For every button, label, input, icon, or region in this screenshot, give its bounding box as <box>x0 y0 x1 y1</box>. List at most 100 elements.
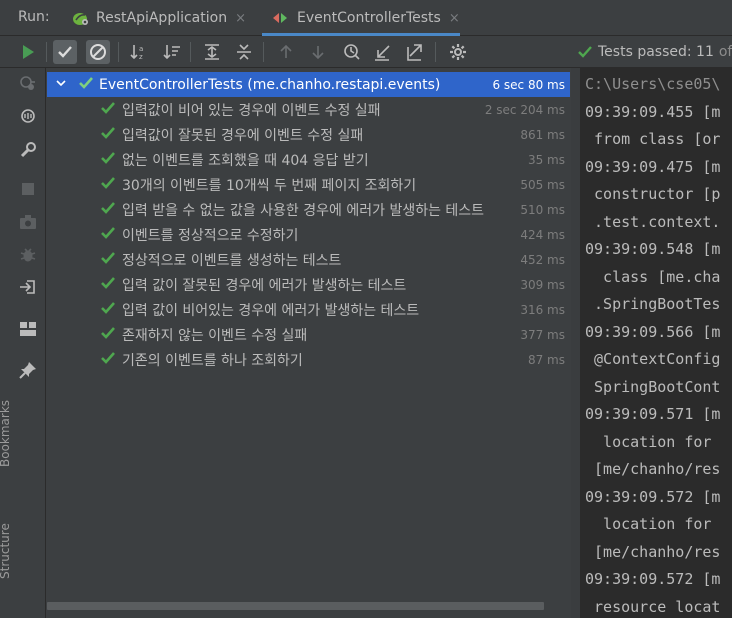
layout-button[interactable] <box>17 318 39 340</box>
tab-event-controller-tests[interactable]: EventControllerTests × <box>272 0 460 36</box>
toolbar-separator <box>46 42 47 62</box>
check-icon <box>58 46 72 58</box>
exit-button[interactable] <box>17 276 39 298</box>
test-case-row[interactable]: 정상적으로 이벤트를 생성하는 테스트 452 ms <box>47 247 570 272</box>
test-case-name: 입력값이 비어 있는 경우에 이벤트 수정 실패 <box>122 102 381 119</box>
tab-label: EventControllerTests <box>297 10 441 26</box>
console-line: 09:39:09.475 [m <box>585 157 721 176</box>
side-tool-strip: Bookmarks Structure <box>0 395 12 605</box>
test-case-row[interactable]: 입력값이 잘못된 경우에 이벤트 수정 실패 861 ms <box>47 122 570 147</box>
test-suite-row[interactable]: EventControllerTests (me.chanho.restapi.… <box>47 72 570 97</box>
console-gutter <box>571 68 580 618</box>
test-case-name: 입력 받을 수 없는 값을 사용한 경우에 에러가 발생하는 테스트 <box>122 202 485 219</box>
rerun-failed-icon <box>20 76 35 90</box>
layout-icon <box>20 322 36 336</box>
show-passed-toggle[interactable] <box>53 40 77 64</box>
test-case-row[interactable]: 입력 값이 비어있는 경우에 에러가 발생하는 테스트 316 ms <box>47 297 570 322</box>
next-failed-button[interactable] <box>306 40 330 64</box>
console-line: constructor [p <box>585 185 721 203</box>
test-case-name: 정상적으로 이벤트를 생성하는 테스트 <box>122 252 342 269</box>
test-case-row[interactable]: 존재하지 않는 이벤트 수정 실패 377 ms <box>47 322 570 347</box>
test-case-row[interactable]: 없는 이벤트를 조회했을 때 404 응답 받기 35 ms <box>47 147 570 172</box>
test-case-row[interactable]: 입력 값이 잘못된 경우에 에러가 발생하는 테스트 309 ms <box>47 272 570 297</box>
test-case-row[interactable]: 기존의 이벤트를 하나 조회하기 87 ms <box>47 347 570 372</box>
export-tests-button[interactable] <box>404 40 428 64</box>
exit-icon <box>20 280 35 294</box>
tab-restapi-application[interactable]: RestApiApplication × <box>72 0 246 36</box>
test-case-row[interactable]: 이벤트를 정상적으로 수정하기 424 ms <box>47 222 570 247</box>
close-icon[interactable]: × <box>449 11 460 26</box>
toggle-auto-test-button[interactable] <box>17 105 39 127</box>
check-icon <box>578 46 592 58</box>
chevron-down-icon[interactable] <box>56 77 66 91</box>
expand-all-button[interactable] <box>200 40 224 64</box>
sort-alphabetically-button[interactable]: az <box>127 40 151 64</box>
test-duration: 377 ms <box>520 327 565 342</box>
test-duration: 861 ms <box>520 127 565 142</box>
console-line: location for <box>585 515 712 533</box>
dump-threads-button[interactable] <box>17 211 39 233</box>
check-icon <box>101 327 115 339</box>
tests-total-of: of <box>718 44 732 60</box>
console-line: .SpringBootTes <box>585 295 721 313</box>
test-results-tree: EventControllerTests (me.chanho.restapi.… <box>47 68 570 618</box>
test-duration: 510 ms <box>520 202 565 217</box>
pin-tab-button[interactable] <box>17 359 39 381</box>
check-icon <box>101 177 115 189</box>
rerun-failed-button[interactable] <box>17 72 39 94</box>
test-case-name: 입력 값이 잘못된 경우에 에러가 발생하는 테스트 <box>122 277 407 294</box>
sort-duration-icon <box>163 45 180 60</box>
run-configuration-button[interactable] <box>17 139 39 161</box>
check-icon <box>101 127 115 139</box>
rerun-button[interactable] <box>16 40 40 64</box>
test-duration: 6 sec 80 ms <box>492 77 565 92</box>
console-line: [me/chanho/res <box>585 542 721 561</box>
arrow-up-icon <box>280 44 292 58</box>
test-case-name: 입력값이 잘못된 경우에 이벤트 수정 실패 <box>122 127 364 144</box>
console-line: from class [or <box>585 130 721 148</box>
test-case-row[interactable]: 30개의 이벤트를 10개씩 두 번째 페이지 조회하기 505 ms <box>47 172 570 197</box>
settings-button[interactable] <box>446 40 470 64</box>
test-duration: 505 ms <box>520 177 565 192</box>
sort-by-duration-button[interactable] <box>160 40 184 64</box>
test-case-row[interactable]: 입력값이 비어 있는 경우에 이벤트 수정 실패 2 sec 204 ms <box>47 97 570 122</box>
console-line: C:\Users\cse05\ <box>585 75 721 93</box>
expand-all-icon <box>205 44 219 60</box>
structure-side-tab[interactable]: Structure <box>0 523 12 579</box>
test-history-button[interactable] <box>340 40 364 64</box>
export-icon <box>407 44 422 61</box>
console-line: location for <box>585 432 712 451</box>
run-tool-window-header: Run: RestApiApplication × EventControlle… <box>0 0 732 36</box>
console-line: SpringBootCont <box>585 377 721 396</box>
show-ignored-toggle[interactable] <box>86 40 110 64</box>
import-tests-button[interactable] <box>371 40 395 64</box>
ignored-icon <box>90 44 106 60</box>
test-case-row[interactable]: 입력 받을 수 없는 값을 사용한 경우에 에러가 발생하는 테스트 510 ms <box>47 197 570 222</box>
close-icon[interactable]: × <box>235 11 246 26</box>
console-line: 09:39:09.566 [m <box>585 322 721 341</box>
auto-test-icon <box>21 109 35 123</box>
run-icon <box>23 45 34 59</box>
console-line: [me/chanho/res <box>585 460 721 478</box>
sort-alpha-icon: az <box>130 45 143 61</box>
stop-button[interactable] <box>17 178 39 200</box>
console-output[interactable]: C:\Users\cse05\ 09:39:09.455 [m from clas… <box>571 68 732 618</box>
check-icon <box>101 302 115 314</box>
test-case-name: 이벤트를 정상적으로 수정하기 <box>122 227 299 244</box>
bookmarks-side-tab[interactable]: Bookmarks <box>0 400 12 467</box>
svg-text:a: a <box>139 45 143 53</box>
test-case-name: 없는 이벤트를 조회했을 때 404 응답 받기 <box>122 152 369 169</box>
test-status: Tests passed: 11 of <box>577 43 732 61</box>
svg-text:z: z <box>139 53 143 61</box>
previous-failed-button[interactable] <box>274 40 298 64</box>
tests-passed-text: Tests passed: 11 <box>598 44 714 60</box>
horizontal-scrollbar[interactable] <box>47 602 544 610</box>
console-line: class [me.cha <box>585 267 721 286</box>
toolbar-separator <box>435 42 436 62</box>
debug-settings-button[interactable] <box>17 244 39 266</box>
check-icon <box>101 252 115 264</box>
gear-icon <box>450 44 466 60</box>
toolbar-separator <box>190 42 191 62</box>
collapse-all-button[interactable] <box>232 40 256 64</box>
check-icon <box>101 202 115 214</box>
